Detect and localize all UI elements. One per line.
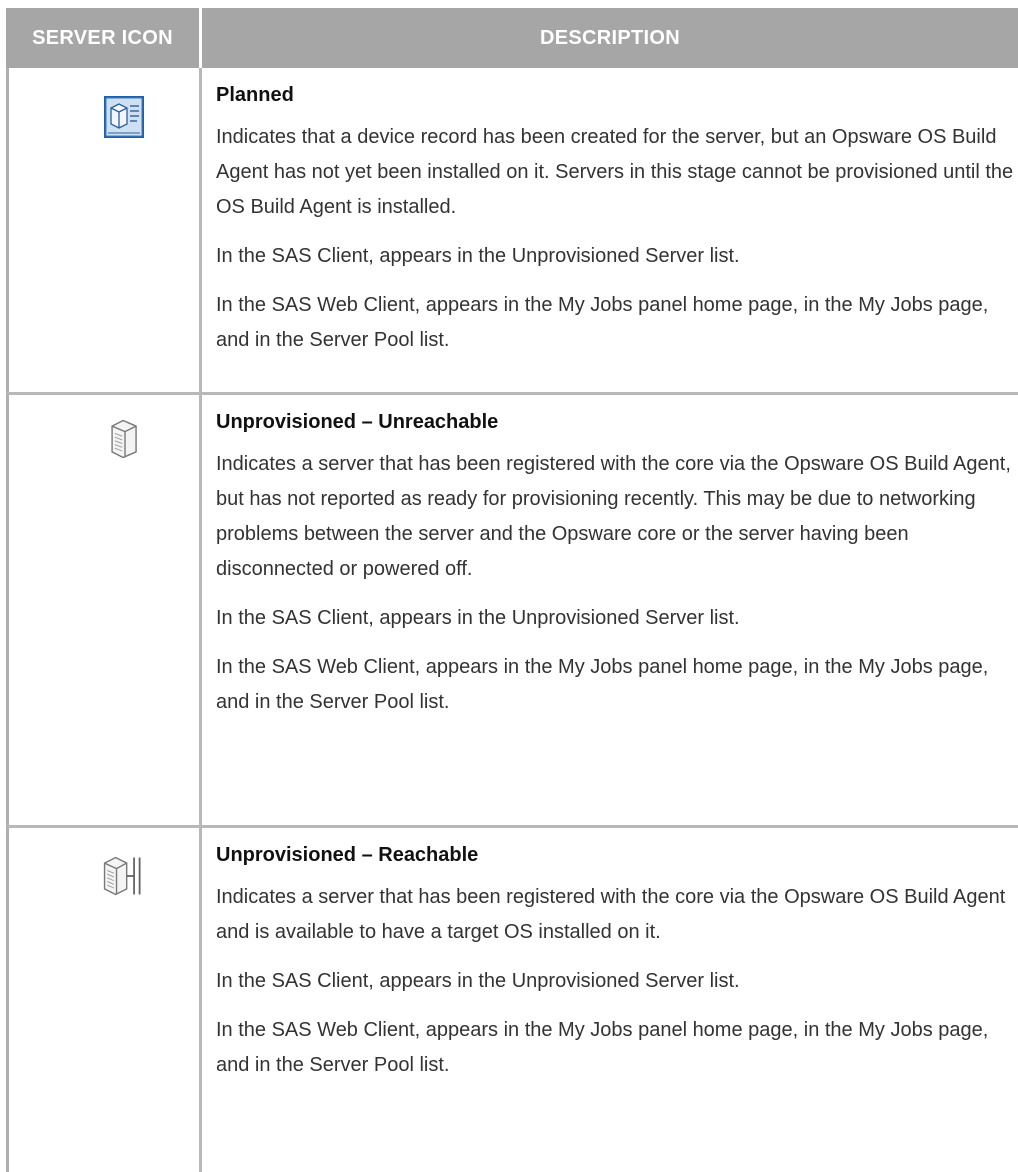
table-header: SERVER ICON DESCRIPTION — [6, 8, 1018, 68]
description-cell: Planned Indicates that a device record h… — [202, 68, 1018, 392]
icon-cell — [9, 68, 202, 392]
row-paragraph: In the SAS Client, appears in the Unprov… — [216, 245, 740, 267]
server-icon-table: SERVER ICON DESCRIPTION Planned Indicate… — [6, 8, 1018, 1172]
row-title: Unprovisioned – Reachable — [216, 844, 479, 866]
row-paragraph: In the SAS Web Client, appears in the My… — [216, 294, 989, 351]
table-row: Unprovisioned – Unreachable Indicates a … — [6, 392, 1018, 825]
row-paragraph: In the SAS Web Client, appears in the My… — [216, 656, 989, 713]
header-description: DESCRIPTION — [540, 26, 680, 49]
planned-server-icon — [104, 96, 144, 138]
unreachable-server-icon — [111, 419, 137, 459]
description-cell: Unprovisioned – Reachable Indicates a se… — [202, 828, 1018, 1172]
row-paragraph: Indicates a server that has been registe… — [216, 886, 1006, 943]
table-row: Unprovisioned – Reachable Indicates a se… — [6, 825, 1018, 1172]
icon-cell — [9, 395, 202, 825]
row-title: Planned — [216, 84, 294, 106]
row-paragraph: Indicates that a device record has been … — [216, 126, 1014, 218]
reachable-server-icon — [103, 856, 141, 896]
row-paragraph: In the SAS Web Client, appears in the My… — [216, 1019, 989, 1076]
table-row: Planned Indicates that a device record h… — [6, 68, 1018, 392]
row-paragraph: Indicates a server that has been registe… — [216, 453, 1011, 580]
icon-cell — [9, 828, 202, 1172]
description-cell: Unprovisioned – Unreachable Indicates a … — [202, 395, 1018, 825]
row-title: Unprovisioned – Unreachable — [216, 411, 499, 433]
row-paragraph: In the SAS Client, appears in the Unprov… — [216, 607, 740, 629]
row-paragraph: In the SAS Client, appears in the Unprov… — [216, 970, 740, 992]
header-server-icon: SERVER ICON — [6, 8, 202, 68]
